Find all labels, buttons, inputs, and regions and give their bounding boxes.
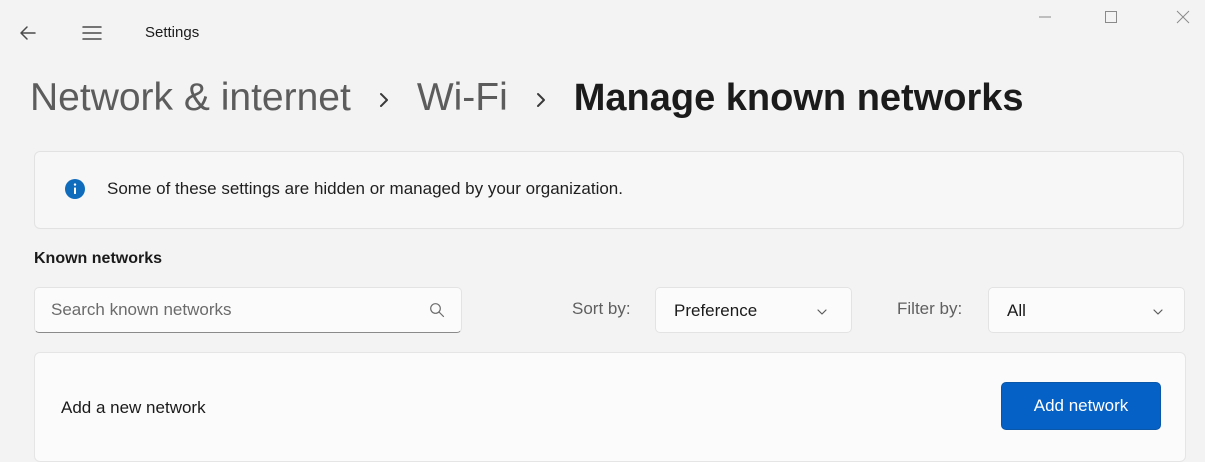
add-network-label: Add a new network <box>61 398 206 417</box>
breadcrumb: Network & internet Wi-Fi Manage known ne… <box>30 70 1024 126</box>
app-title: Settings <box>145 24 200 41</box>
breadcrumb-chevron-icon <box>371 76 397 120</box>
info-message: Some of these settings are hidden or man… <box>107 179 623 198</box>
search-icon[interactable] <box>429 302 445 318</box>
breadcrumb-wifi[interactable]: Wi-Fi <box>417 76 508 120</box>
known-networks-heading: Known networks <box>34 250 163 267</box>
breadcrumb-network-internet[interactable]: Network & internet <box>30 76 351 120</box>
search-input[interactable] <box>51 288 421 332</box>
chevron-down-icon <box>816 305 828 317</box>
info-bar: Some of these settings are hidden or man… <box>34 151 1184 229</box>
info-icon <box>65 179 85 199</box>
filter-label: Filter by: <box>897 299 963 318</box>
search-box[interactable] <box>34 287 462 333</box>
minimize-icon[interactable] <box>1034 6 1056 28</box>
title-bar: Settings <box>0 0 1205 60</box>
menu-icon[interactable] <box>80 22 104 44</box>
add-network-button[interactable]: Add network <box>1001 382 1161 430</box>
sort-label: Sort by: <box>572 299 631 318</box>
back-arrow-icon[interactable] <box>18 22 40 44</box>
filter-dropdown[interactable]: All <box>988 287 1185 333</box>
sort-dropdown[interactable]: Preference <box>655 287 852 333</box>
page-title: Manage known networks <box>573 76 1024 119</box>
close-icon[interactable] <box>1172 6 1194 28</box>
filter-value: All <box>1007 301 1026 320</box>
maximize-icon[interactable] <box>1100 6 1122 28</box>
chevron-down-icon <box>1152 305 1164 317</box>
sort-value: Preference <box>674 301 758 320</box>
breadcrumb-chevron-icon <box>528 76 554 120</box>
